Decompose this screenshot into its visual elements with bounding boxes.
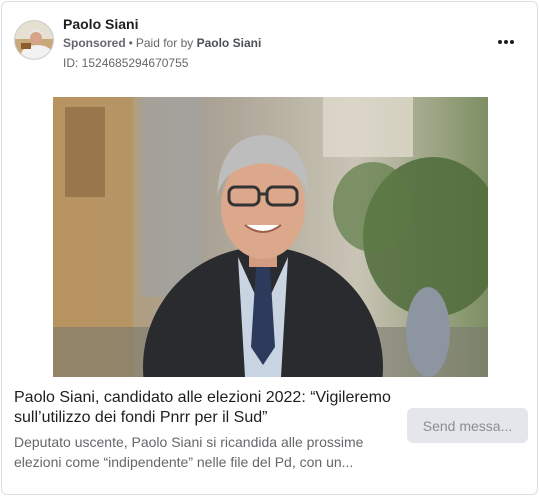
ad-card: Paolo Siani Sponsored • Paid for by Paolo …: [1, 1, 538, 495]
more-horizontal-icon: [504, 40, 508, 44]
ad-link-footer[interactable]: Paolo Siani, candidato alle elezioni 202…: [2, 382, 537, 482]
link-headline[interactable]: Paolo Siani, candidato alle elezioni 202…: [14, 388, 409, 428]
more-horizontal-icon: [498, 40, 502, 44]
paid-for-prefix: Paid for by: [135, 36, 194, 50]
portrait-photo: [53, 97, 488, 377]
separator-dot: •: [128, 36, 133, 50]
send-message-button[interactable]: Send messa...: [407, 408, 528, 443]
more-options-button[interactable]: [495, 32, 517, 52]
avatar-photo: [15, 21, 53, 59]
more-horizontal-icon: [510, 40, 514, 44]
ad-image[interactable]: [53, 97, 488, 377]
link-description: Deputato uscente, Paolo Siani si ricandi…: [14, 434, 364, 470]
paid-for-name[interactable]: Paolo Siani: [197, 36, 262, 50]
ad-header: Paolo Siani Sponsored • Paid for by Paolo …: [2, 2, 537, 82]
avatar[interactable]: [14, 20, 54, 60]
sponsored-label: Sponsored: [63, 36, 126, 50]
sponsored-line: Sponsored • Paid for by Paolo Siani: [63, 35, 261, 51]
ad-id: ID: 1524685294670755: [63, 56, 189, 70]
page-name[interactable]: Paolo Siani: [63, 16, 138, 33]
